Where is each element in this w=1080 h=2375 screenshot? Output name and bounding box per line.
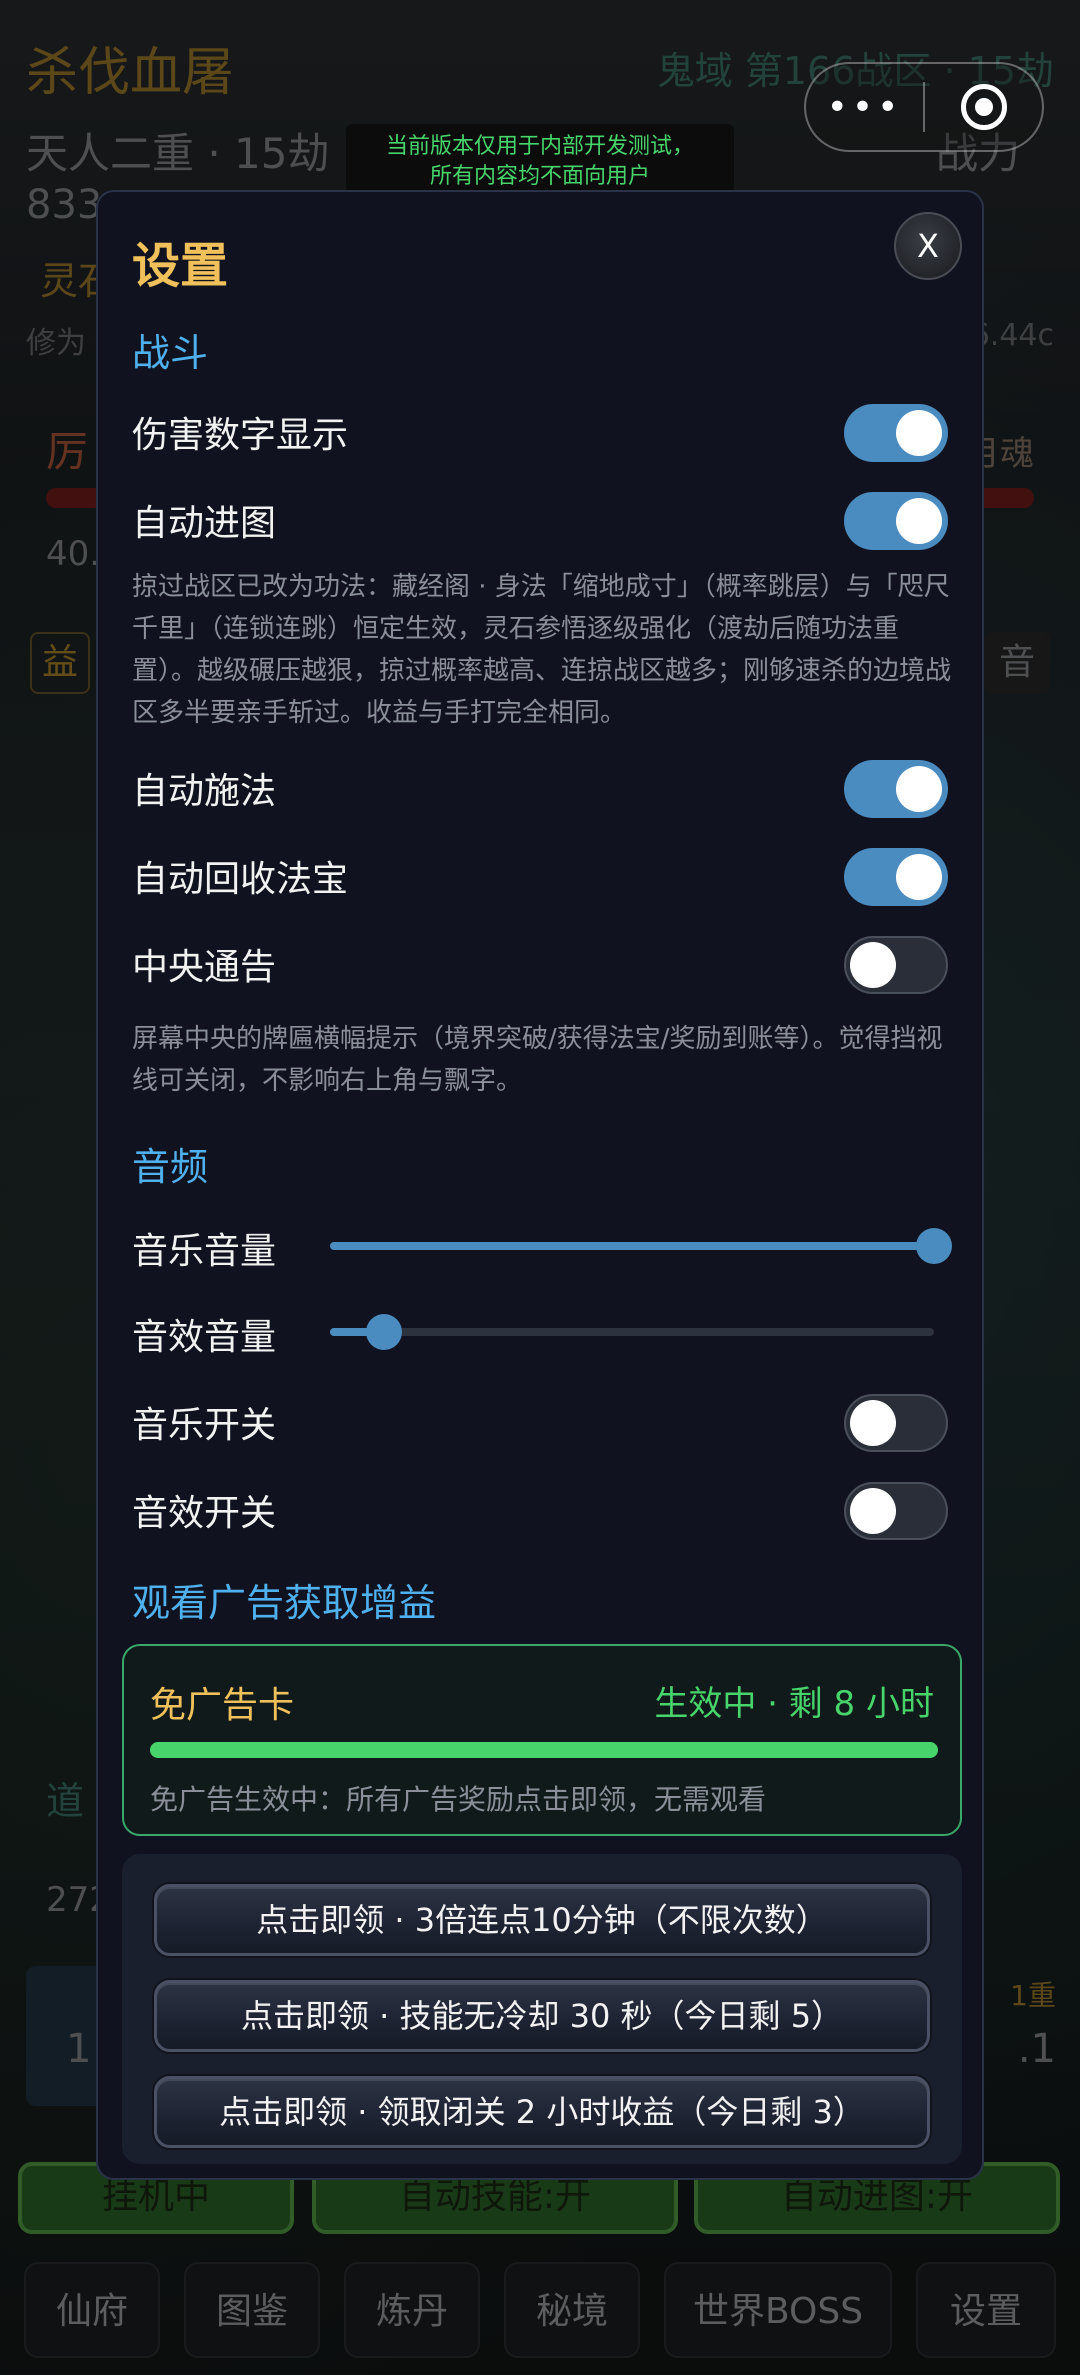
auto-enter-description: 掠过战区已改为功法：藏经阁 · 身法「缩地成寸」（概率跳层）与「咫尺千里」（连锁…: [132, 572, 952, 728]
claim-triple-tap-button[interactable]: 点击即领 · 3倍连点10分钟（不限次数）: [154, 1884, 930, 1956]
damage-numbers-toggle[interactable]: [844, 404, 948, 462]
toggle-knob: [896, 854, 942, 900]
section-audio: 音频: [132, 1145, 209, 1189]
music-switch-toggle[interactable]: [844, 1394, 948, 1452]
section-battle: 战斗: [132, 331, 209, 375]
sfx-volume-label: 音效音量: [132, 1317, 277, 1358]
claim-panel: 点击即领 · 3倍连点10分钟（不限次数） 点击即领 · 技能无冷却 30 秒（…: [122, 1854, 962, 2164]
music-volume-fill: [330, 1242, 934, 1250]
damage-numbers-label: 伤害数字显示: [132, 415, 349, 456]
music-switch-label: 音乐开关: [132, 1405, 277, 1446]
no-ad-card-progress: [150, 1742, 938, 1758]
dev-notice-line1: 当前版本仅用于内部开发测试，: [385, 134, 694, 159]
music-volume-label: 音乐音量: [132, 1231, 277, 1272]
music-volume-slider[interactable]: [330, 1228, 952, 1264]
toggle-knob: [896, 410, 942, 456]
center-notice-label: 中央通告: [132, 947, 277, 988]
dev-notice-line2: 所有内容均不面向用户: [429, 164, 650, 189]
mini-program-capsule: •••: [804, 62, 1044, 152]
close-button[interactable]: X: [894, 212, 962, 280]
toggle-knob: [850, 942, 896, 988]
auto-cast-label: 自动施法: [132, 771, 277, 812]
auto-recycle-label: 自动回收法宝: [132, 859, 349, 900]
center-notice-description: 屏幕中央的牌匾横幅提示（境界突破/获得法宝/奖励到账等）。觉得挡视线可关闭，不影…: [132, 1024, 943, 1096]
no-ad-card-status: 生效中 · 剩 8 小时: [654, 1684, 934, 1724]
center-notice-toggle[interactable]: [844, 936, 948, 994]
record-target-icon[interactable]: [960, 84, 1007, 130]
claim-retreat-income-button[interactable]: 点击即领 · 领取闭关 2 小时收益（今日剩 3）: [154, 2076, 930, 2148]
no-ad-card-progress-fill: [150, 1742, 938, 1758]
settings-modal: 设置 X 战斗 伤害数字显示 自动进图 掠过战区已改为功法：藏经阁 · 身法「缩…: [96, 190, 984, 2180]
section-ads: 观看广告获取增益: [132, 1581, 437, 1625]
sfx-switch-toggle[interactable]: [844, 1482, 948, 1540]
toggle-knob: [896, 498, 942, 544]
sfx-volume-thumb[interactable]: [366, 1314, 403, 1350]
sfx-volume-slider[interactable]: [330, 1314, 934, 1350]
capsule-close-area[interactable]: [925, 84, 1042, 130]
toggle-knob: [896, 766, 942, 812]
auto-cast-toggle[interactable]: [844, 760, 948, 818]
auto-enter-toggle[interactable]: [844, 492, 948, 550]
sfx-switch-label: 音效开关: [132, 1493, 277, 1534]
auto-recycle-toggle[interactable]: [844, 848, 948, 906]
modal-title: 设置: [132, 238, 229, 294]
no-ad-card-hint: 免广告生效中：所有广告奖励点击即领，无需观看: [150, 1783, 767, 1816]
no-ad-card: 免广告卡 生效中 · 剩 8 小时 免广告生效中：所有广告奖励点击即领，无需观看: [122, 1644, 962, 1836]
no-ad-card-name: 免广告卡: [150, 1685, 295, 1726]
more-dots-icon[interactable]: •••: [806, 87, 923, 128]
toggle-knob: [850, 1400, 896, 1446]
toggle-knob: [850, 1488, 896, 1534]
music-volume-thumb[interactable]: [916, 1228, 952, 1264]
auto-enter-label: 自动进图: [132, 503, 277, 544]
claim-no-cooldown-button[interactable]: 点击即领 · 技能无冷却 30 秒（今日剩 5）: [154, 1980, 930, 2052]
